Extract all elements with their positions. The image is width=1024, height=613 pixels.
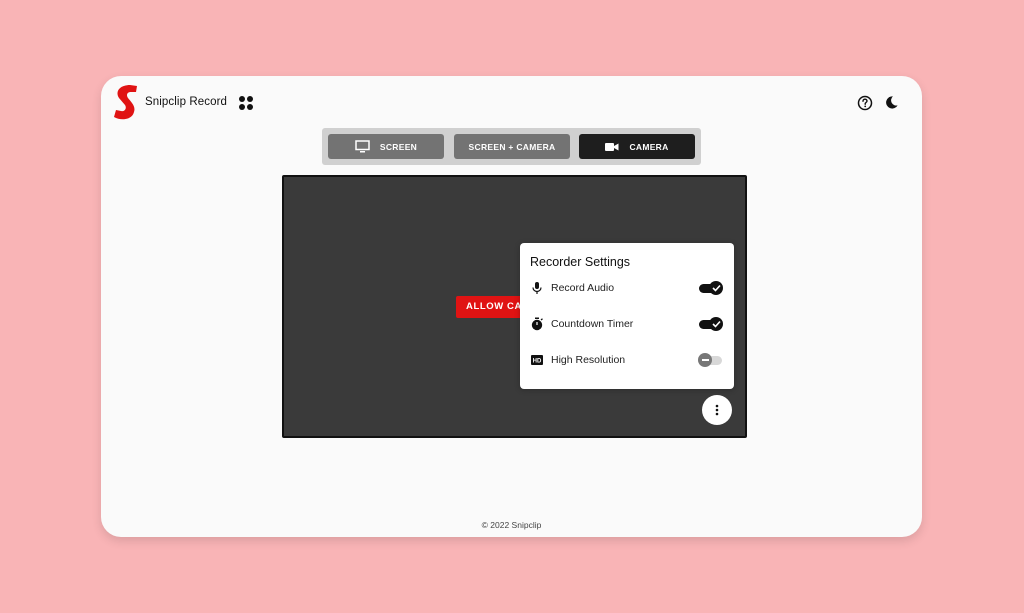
countdown-timer-toggle[interactable] (699, 317, 723, 331)
settings-title: Recorder Settings (530, 255, 631, 269)
tab-screen-label: SCREEN (379, 141, 418, 152)
setting-countdown-timer: Countdown Timer (530, 315, 724, 333)
high-resolution-toggle[interactable] (698, 353, 722, 367)
more-options-button[interactable] (702, 395, 732, 425)
setting-high-resolution: HD High Resolution (530, 351, 724, 369)
setting-record-audio: Record Audio (530, 279, 724, 297)
tab-screen[interactable]: SCREEN (328, 134, 444, 159)
app-title: Snipclip Record (145, 96, 228, 108)
setting-label: Countdown Timer (551, 318, 634, 330)
microphone-icon (532, 282, 542, 294)
help-icon[interactable] (857, 95, 873, 111)
timer-icon (531, 317, 543, 331)
video-camera-icon (605, 142, 619, 151)
snipclip-logo (114, 85, 137, 120)
app-window: Snipclip Record SCREEN SCREEN + CAMERA C… (101, 76, 922, 537)
recorder-settings-panel: Recorder Settings Record Audio Countdown… (520, 243, 734, 389)
tab-screen-camera-label: SCREEN + CAMERA (468, 141, 556, 152)
hd-icon: HD (531, 355, 543, 365)
tab-camera-label: CAMERA (629, 141, 669, 152)
recording-mode-selector: SCREEN SCREEN + CAMERA CAMERA (322, 128, 701, 165)
setting-label: Record Audio (551, 282, 615, 294)
more-vertical-icon (715, 404, 719, 416)
setting-label: High Resolution (551, 354, 626, 366)
footer-copyright: © 2022 Snipclip (481, 520, 542, 530)
apps-icon[interactable] (238, 95, 254, 111)
moon-icon[interactable] (884, 95, 899, 110)
monitor-icon (355, 140, 370, 153)
record-audio-toggle[interactable] (699, 281, 723, 295)
svg-text:HD: HD (533, 359, 542, 365)
tab-screen-camera[interactable]: SCREEN + CAMERA (454, 134, 570, 159)
tab-camera[interactable]: CAMERA (579, 134, 695, 159)
camera-preview: ALLOW CAMERA Recorder Settings Record Au… (282, 175, 747, 438)
